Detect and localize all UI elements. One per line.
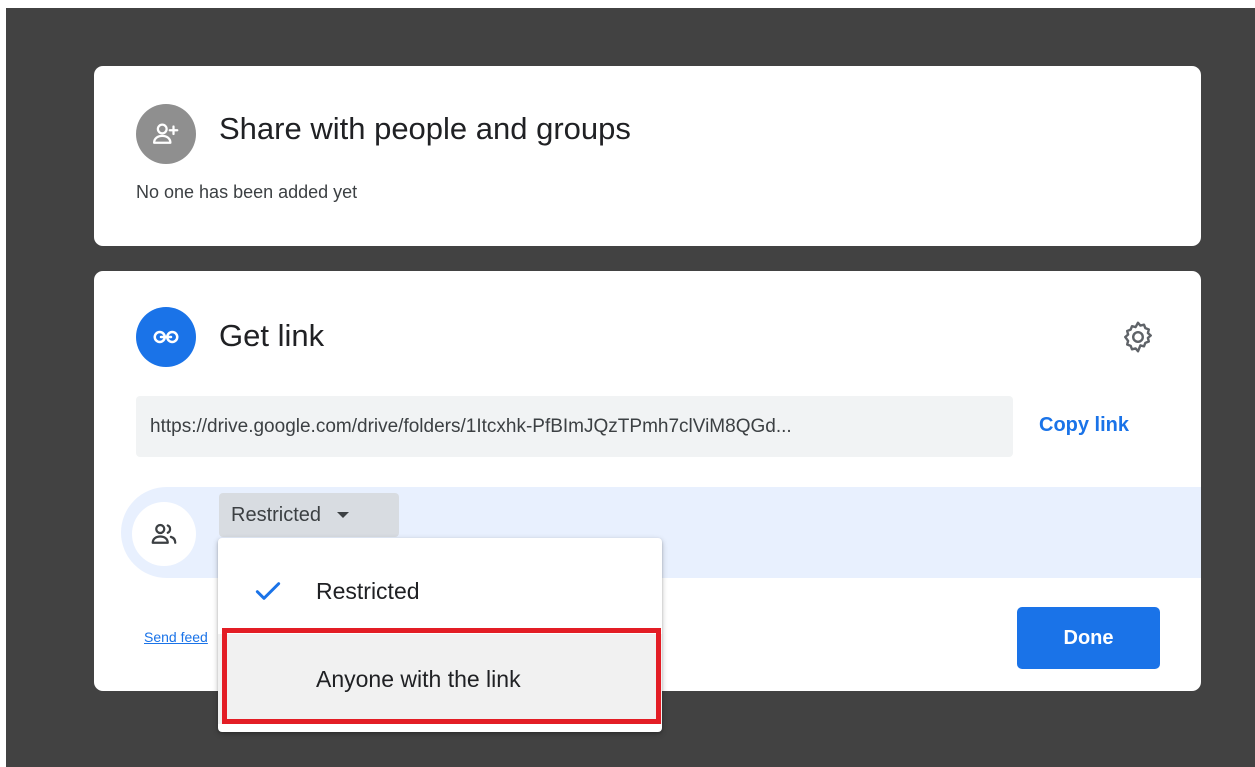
access-level-dropdown[interactable]: Restricted <box>219 493 399 537</box>
share-link-url: https://drive.google.com/drive/folders/1… <box>150 415 792 437</box>
menu-option-label: Restricted <box>316 577 420 604</box>
check-icon <box>255 582 281 600</box>
send-feedback-link[interactable]: Send feed <box>144 629 208 645</box>
done-button[interactable]: Done <box>1017 607 1160 669</box>
chevron-down-icon <box>337 512 350 518</box>
gear-icon[interactable] <box>1119 318 1157 356</box>
share-people-card: Share with people and groups No one has … <box>94 66 1201 246</box>
copy-link-button[interactable]: Copy link <box>1039 414 1129 437</box>
access-level-menu: Restricted Anyone with the link <box>218 538 662 732</box>
get-link-title: Get link <box>219 318 325 353</box>
menu-option-label: Anyone with the link <box>316 665 521 692</box>
share-title: Share with people and groups <box>219 111 631 146</box>
people-icon <box>132 502 196 566</box>
menu-option-restricted[interactable]: Restricted <box>218 551 662 631</box>
link-icon <box>136 307 196 367</box>
person-add-icon <box>136 104 196 164</box>
share-link-field[interactable]: https://drive.google.com/drive/folders/1… <box>136 396 1013 457</box>
menu-option-anyone-with-link[interactable]: Anyone with the link <box>218 634 662 724</box>
share-empty-message: No one has been added yet <box>136 182 358 202</box>
access-level-selected: Restricted <box>231 503 322 526</box>
